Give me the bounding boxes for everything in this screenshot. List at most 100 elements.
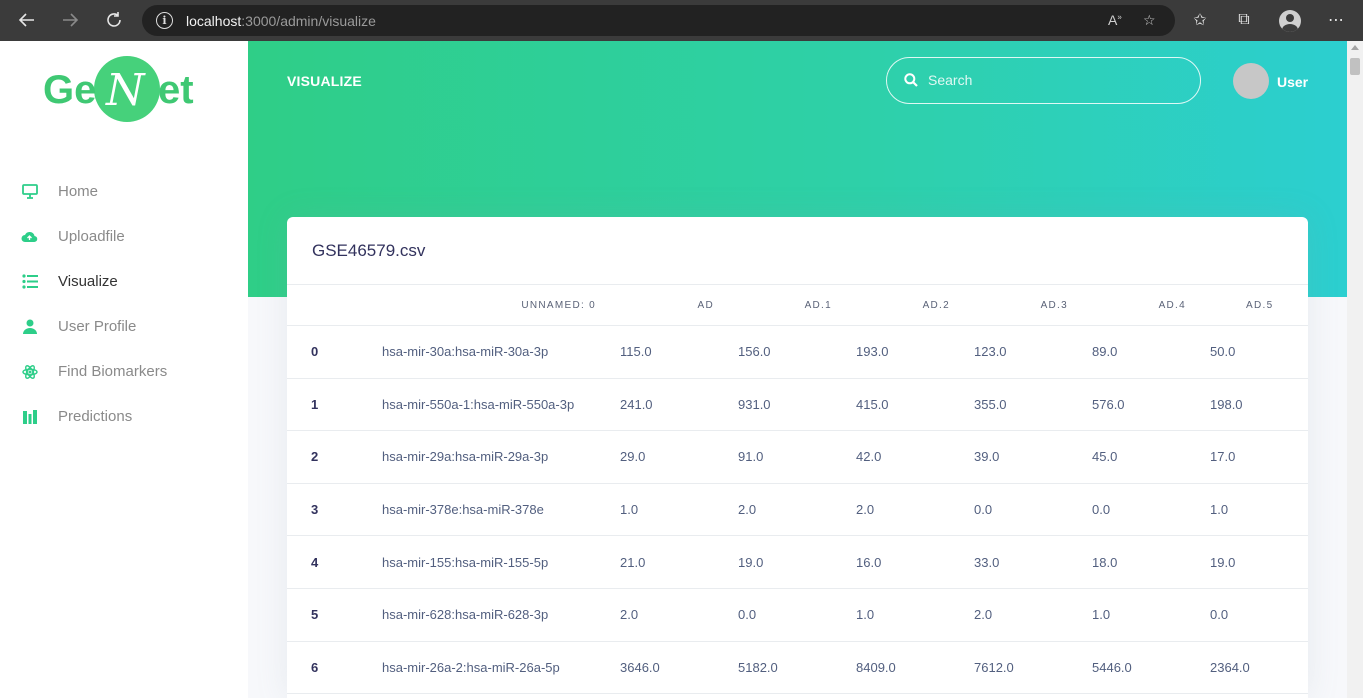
value-cell: 2364.0 <box>1210 659 1250 675</box>
value-cell: 33.0 <box>974 554 1000 570</box>
sidebar-item-label: Predictions <box>58 408 133 425</box>
value-cell: 0.0 <box>974 502 993 518</box>
value-cell: 8409.0 <box>856 659 896 675</box>
value-cell: 21.0 <box>620 554 646 570</box>
sidebar-item-find-biomarkers[interactable]: Find Biomarkers <box>0 349 248 394</box>
bars-icon <box>21 408 38 425</box>
read-aloud-icon[interactable]: A» <box>1108 12 1122 28</box>
add-favorite-icon[interactable]: ☆ <box>1143 12 1156 29</box>
value-cell: 2.0 <box>738 502 757 518</box>
column-header: AD.1 <box>804 299 832 311</box>
value-cell: 17.0 <box>1210 449 1236 465</box>
sidebar-item-predictions[interactable]: Predictions <box>0 394 248 439</box>
sidebar-item-label: Find Biomarkers <box>58 363 168 380</box>
sidebar-item-visualize[interactable]: Visualize <box>0 259 248 304</box>
row-index: 3 <box>311 502 319 518</box>
table-row: 6 hsa-mir-26a-2:hsa-miR-26a-5p 3646.0 5182.… <box>287 641 1308 694</box>
value-cell: 2.0 <box>856 502 875 518</box>
column-header <box>287 285 382 326</box>
value-cell: 42.0 <box>856 449 882 465</box>
value-cell: 576.0 <box>1092 396 1125 412</box>
sidebar-item-label: Uploadfile <box>58 228 125 245</box>
forward-icon[interactable] <box>59 9 81 31</box>
column-header: AD.2 <box>922 299 950 311</box>
logo-text-right: et <box>158 68 194 112</box>
table-row: 4 hsa-mir-155:hsa-miR-155-5p 21.0 19.0 16.0 3… <box>287 536 1308 589</box>
browser-toolbar: i localhost:3000/admin/visualize A» ☆ ✩ … <box>0 0 1363 41</box>
genet-logo[interactable]: Ge N et <box>40 55 205 123</box>
search-icon <box>904 73 918 87</box>
table-row: 5 hsa-mir-628:hsa-miR-628-3p 2.0 0.0 1.0 2.0 1… <box>287 588 1308 642</box>
column-header: AD.3 <box>1040 299 1068 311</box>
page-scrollbar[interactable] <box>1347 41 1363 698</box>
value-cell: 0.0 <box>1092 502 1111 518</box>
mirna-name-cell: hsa-mir-550a-1:hsa-miR-550a-3p <box>382 396 575 412</box>
cloud-upload-icon <box>21 228 38 245</box>
collections-icon[interactable]: ⧉ <box>1234 10 1254 30</box>
scroll-up-icon[interactable] <box>1351 45 1359 50</box>
row-index: 6 <box>311 659 319 675</box>
value-cell: 1.0 <box>1092 607 1111 623</box>
page-title: VISUALIZE <box>287 73 362 89</box>
value-cell: 198.0 <box>1210 396 1243 412</box>
url-text[interactable]: localhost:3000/admin/visualize <box>186 13 376 29</box>
value-cell: 89.0 <box>1092 344 1118 360</box>
column-header: AD.5 <box>1246 299 1274 311</box>
avatar[interactable] <box>1233 63 1269 99</box>
sidebar-item-label: User Profile <box>58 318 137 335</box>
value-cell: 2.0 <box>620 607 639 623</box>
row-index: 0 <box>311 344 319 360</box>
value-cell: 29.0 <box>620 449 646 465</box>
back-icon[interactable] <box>16 9 38 31</box>
table-row: 1 hsa-mir-550a-1:hsa-miR-550a-3p 241.0 931.… <box>287 378 1308 431</box>
value-cell: 355.0 <box>974 396 1007 412</box>
table-row: 3 hsa-mir-378e:hsa-miR-378e 1.0 2.0 2.0 0.0 0.… <box>287 483 1308 536</box>
value-cell: 1.0 <box>1210 502 1229 518</box>
sidebar-item-uploadfile[interactable]: Uploadfile <box>0 214 248 259</box>
value-cell: 5446.0 <box>1092 659 1132 675</box>
sidebar-menu: Home Uploadfile Visualize User Profile F… <box>0 169 248 439</box>
value-cell: 156.0 <box>738 344 771 360</box>
user-name[interactable]: User <box>1277 74 1308 90</box>
user-icon <box>21 318 38 335</box>
sidebar: Ge N et Home Uploadfile Visualize User P… <box>0 41 248 698</box>
browser-profile-icon[interactable] <box>1279 10 1301 32</box>
value-cell: 415.0 <box>856 396 889 412</box>
value-cell: 931.0 <box>738 396 771 412</box>
table-header-row: Unnamed: 0 AD AD.1 AD.2 AD.3 AD.4 AD.5 <box>287 284 1308 326</box>
list-icon <box>21 273 38 290</box>
sidebar-item-home[interactable]: Home <box>0 169 248 214</box>
data-card: GSE46579.csv Unnamed: 0 AD AD.1 AD.2 AD.… <box>287 217 1308 698</box>
value-cell: 1.0 <box>856 607 875 623</box>
row-index: 5 <box>311 607 319 623</box>
address-bar[interactable]: i localhost:3000/admin/visualize A» ☆ <box>142 5 1175 36</box>
value-cell: 1.0 <box>620 502 639 518</box>
mirna-name-cell: hsa-mir-30a:hsa-miR-30a-3p <box>382 344 549 360</box>
refresh-icon[interactable] <box>103 9 125 31</box>
scroll-thumb[interactable] <box>1350 58 1360 75</box>
column-header: AD <box>697 299 714 311</box>
table-wrapper[interactable]: Unnamed: 0 AD AD.1 AD.2 AD.3 AD.4 AD.5 0… <box>287 284 1308 694</box>
search-box[interactable] <box>886 57 1201 104</box>
value-cell: 91.0 <box>738 449 764 465</box>
monitor-icon <box>21 183 38 200</box>
value-cell: 19.0 <box>1210 554 1236 570</box>
mirna-name-cell: hsa-mir-378e:hsa-miR-378e <box>382 502 544 518</box>
info-icon[interactable]: i <box>156 12 173 29</box>
search-input[interactable] <box>928 72 1178 88</box>
value-cell: 0.0 <box>738 607 757 623</box>
sidebar-item-user-profile[interactable]: User Profile <box>0 304 248 349</box>
value-cell: 50.0 <box>1210 344 1236 360</box>
value-cell: 19.0 <box>738 554 764 570</box>
value-cell: 16.0 <box>856 554 882 570</box>
column-header: AD.4 <box>1158 299 1186 311</box>
value-cell: 3646.0 <box>620 659 660 675</box>
more-menu-icon[interactable]: ⋯ <box>1326 10 1346 30</box>
logo-text-mid: N <box>106 65 145 116</box>
value-cell: 115.0 <box>620 344 652 360</box>
value-cell: 241.0 <box>620 396 653 412</box>
column-header: Unnamed: 0 <box>521 299 596 311</box>
mirna-name-cell: hsa-mir-26a-2:hsa-miR-26a-5p <box>382 659 560 675</box>
value-cell: 7612.0 <box>974 659 1014 675</box>
favorites-icon[interactable]: ✩ <box>1190 10 1210 30</box>
